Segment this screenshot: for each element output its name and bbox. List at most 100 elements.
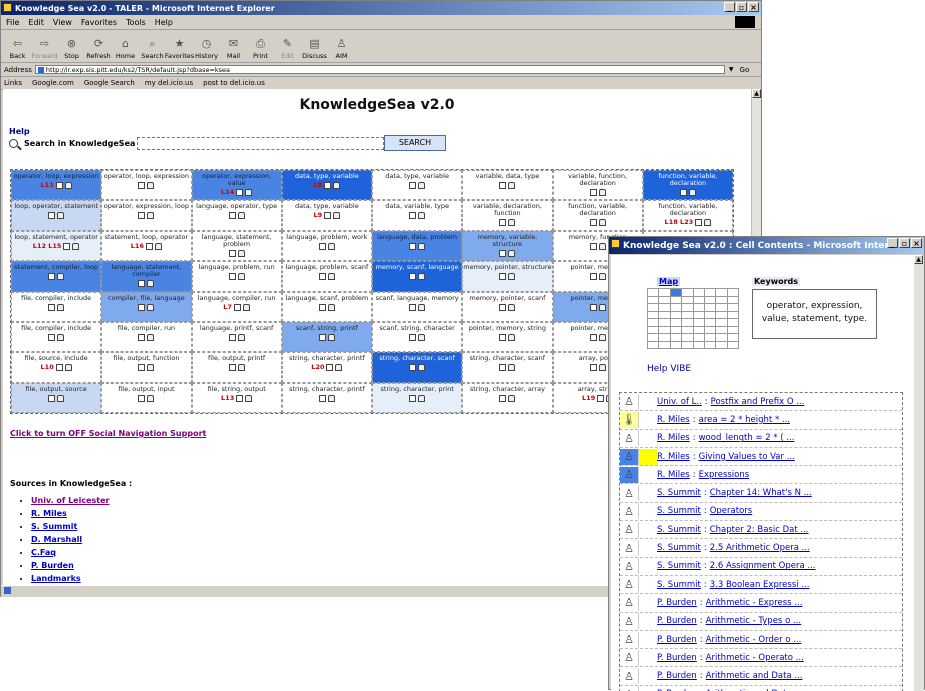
mini-map-cell[interactable] bbox=[681, 295, 694, 304]
mini-map-cell[interactable] bbox=[692, 310, 705, 319]
map-cell[interactable]: function, variable, declaration bbox=[642, 170, 733, 201]
map-cell[interactable]: loop, operator, statement bbox=[11, 200, 102, 231]
menu-tools[interactable]: Tools bbox=[126, 18, 146, 27]
mini-map[interactable] bbox=[646, 288, 740, 349]
document-title-link[interactable]: Operators bbox=[710, 506, 752, 516]
document-row[interactable]: ♙ S. Summit:2.5 Arithmetic Opera ... bbox=[620, 539, 902, 558]
document-author-link[interactable]: S. Summit bbox=[657, 525, 701, 535]
map-cell[interactable]: variable, data, type bbox=[462, 170, 553, 201]
map-cell[interactable]: pointer, memory, string bbox=[462, 321, 553, 353]
mini-map-cell[interactable] bbox=[703, 340, 717, 349]
menu-favorites[interactable]: Favorites bbox=[81, 18, 117, 27]
mini-map-cell[interactable] bbox=[715, 303, 728, 312]
map-cell[interactable]: string, character, scanf bbox=[372, 352, 463, 383]
mini-map-cell[interactable] bbox=[681, 340, 694, 349]
document-title-link[interactable]: Arithmetic - Express ... bbox=[706, 598, 803, 608]
mini-map-cell[interactable] bbox=[692, 295, 705, 304]
mini-map-cell[interactable] bbox=[681, 325, 694, 334]
document-row[interactable]: ♙ S. Summit:2.6 Assignment Opera ... bbox=[620, 558, 902, 576]
mini-map-cell[interactable] bbox=[692, 340, 705, 349]
map-cell[interactable]: file, output, function bbox=[101, 352, 192, 383]
mini-map-cell[interactable] bbox=[669, 295, 683, 304]
mini-map-cell[interactable] bbox=[646, 288, 660, 297]
document-author-link[interactable]: P. Burden bbox=[657, 598, 697, 608]
map-cell[interactable]: operator, loop, expression bbox=[101, 170, 192, 201]
mini-map-cell[interactable] bbox=[681, 303, 694, 312]
map-cell[interactable]: file, compiler, include bbox=[11, 321, 102, 353]
popup-scroll-up-arrow-icon[interactable]: ▲ bbox=[914, 255, 923, 264]
link-google[interactable]: Google.com bbox=[32, 79, 74, 87]
maximize-button[interactable]: ▫ bbox=[736, 2, 747, 12]
toolbar-mail-button[interactable]: ✉ Mail bbox=[220, 37, 247, 62]
map-cell[interactable]: statement, loop, operator L16 bbox=[101, 230, 192, 262]
map-cell[interactable]: operator, expression, value L14 bbox=[191, 170, 282, 201]
map-cell[interactable]: variable, function, declaration bbox=[552, 170, 643, 201]
toolbar-edit-button[interactable]: ✎ Edit bbox=[274, 37, 301, 62]
mini-map-cell[interactable] bbox=[658, 340, 671, 349]
document-author-link[interactable]: R. Miles bbox=[657, 452, 690, 462]
map-cell[interactable]: data, type, variable bbox=[372, 170, 463, 201]
document-title-link[interactable]: Giving Values to Var ... bbox=[699, 452, 795, 462]
mini-map-cell[interactable] bbox=[726, 318, 740, 327]
map-cell[interactable]: loop, statement, operator L12 L15 bbox=[11, 230, 102, 262]
mini-map-cell[interactable] bbox=[703, 325, 717, 334]
document-title-link[interactable]: Postfix and Prefix O ... bbox=[711, 397, 805, 407]
document-row[interactable]: ♙ R. Miles: Expressions bbox=[620, 466, 902, 485]
document-author-link[interactable]: S. Summit bbox=[657, 488, 701, 498]
document-row[interactable]: ♙ S. Summit:3.3 Boolean Expressi ... bbox=[620, 576, 902, 595]
toolbar-print-button[interactable]: ⎙ Print bbox=[247, 37, 274, 62]
source-link[interactable]: D. Marshall bbox=[31, 535, 82, 544]
map-cell[interactable]: file, output, input bbox=[101, 382, 192, 413]
document-author-link[interactable]: R. Miles bbox=[657, 470, 690, 480]
map-cell[interactable]: language, statement, problem bbox=[191, 230, 282, 262]
document-author-link[interactable]: R. Miles bbox=[657, 433, 690, 443]
document-author-link[interactable]: P. Burden bbox=[657, 653, 697, 663]
mini-map-cell[interactable] bbox=[703, 318, 717, 327]
mini-map-cell[interactable] bbox=[669, 333, 683, 342]
map-cell[interactable]: file, compiler, run bbox=[101, 321, 192, 353]
mini-map-cell[interactable] bbox=[726, 325, 740, 334]
mini-map-cell[interactable] bbox=[658, 333, 671, 342]
mini-map-cell[interactable] bbox=[726, 310, 740, 319]
map-cell[interactable]: language, problem, work bbox=[281, 230, 372, 262]
document-row[interactable]: ♙ P. Burden: Arithmetic - Express ... bbox=[620, 594, 902, 613]
document-row[interactable]: ♙P. Burden:Arithmetic and Data ... bbox=[620, 686, 902, 691]
source-link[interactable]: R. Miles bbox=[31, 509, 67, 518]
document-title-link[interactable]: Arithmetic - Order o ... bbox=[706, 635, 802, 645]
map-cell[interactable]: memory, variable, structure bbox=[462, 230, 553, 262]
mini-map-cell[interactable] bbox=[658, 295, 671, 304]
mini-map-cell[interactable] bbox=[715, 288, 728, 297]
map-cell[interactable]: data, variable, type bbox=[372, 200, 463, 231]
mini-map-cell[interactable] bbox=[726, 295, 740, 304]
document-title-link[interactable]: Chapter 14: What's N ... bbox=[710, 488, 812, 498]
social-navigation-toggle-link[interactable]: Click to turn OFF Social Navigation Supp… bbox=[10, 429, 206, 438]
mini-map-cell[interactable] bbox=[726, 333, 740, 342]
map-cell[interactable]: function, variable, declaration bbox=[552, 200, 643, 231]
mini-map-cell[interactable] bbox=[669, 340, 683, 349]
mini-map-cell[interactable] bbox=[715, 295, 728, 304]
link-post-delicious[interactable]: post to del.icio.us bbox=[203, 79, 265, 87]
document-title-link[interactable]: Arithmetic and Data ... bbox=[706, 671, 803, 681]
toolbar-refresh-button[interactable]: ⟳ Refresh bbox=[85, 37, 112, 62]
document-title-link[interactable]: area = 2 * height * ... bbox=[699, 415, 790, 425]
map-cell[interactable]: data, type, variable L8 bbox=[281, 170, 372, 201]
document-row[interactable]: ♙ P. Burden: Arithmetic - Types o ... bbox=[620, 613, 902, 631]
map-cell[interactable]: language, operator, type bbox=[191, 200, 282, 231]
document-row[interactable]: ♙ S. Summit: Chapter 2: Basic Dat ... bbox=[620, 521, 902, 540]
address-dropdown-icon[interactable]: ▼ bbox=[729, 66, 734, 73]
document-title-link[interactable]: 3.3 Boolean Expressi ... bbox=[710, 580, 810, 590]
document-title-link[interactable]: Chapter 2: Basic Dat ... bbox=[710, 525, 809, 535]
mini-map-cell[interactable] bbox=[726, 288, 740, 297]
mini-map-cell[interactable] bbox=[669, 303, 683, 312]
mini-map-cell[interactable] bbox=[669, 318, 683, 327]
mini-map-cell[interactable] bbox=[703, 303, 717, 312]
search-input[interactable] bbox=[137, 137, 385, 150]
mini-map-cell[interactable] bbox=[715, 318, 728, 327]
map-cell[interactable]: language, printf, scanf bbox=[191, 321, 282, 353]
mini-map-cell[interactable] bbox=[681, 288, 694, 297]
document-row[interactable]: ♙ R. Miles: Giving Values to Var ... bbox=[620, 448, 902, 467]
mini-map-cell[interactable] bbox=[692, 288, 705, 297]
map-cell[interactable]: compiler, file, language bbox=[101, 291, 192, 322]
menu-view[interactable]: View bbox=[53, 18, 72, 27]
popup-maximize-button[interactable]: ▫ bbox=[899, 238, 910, 248]
